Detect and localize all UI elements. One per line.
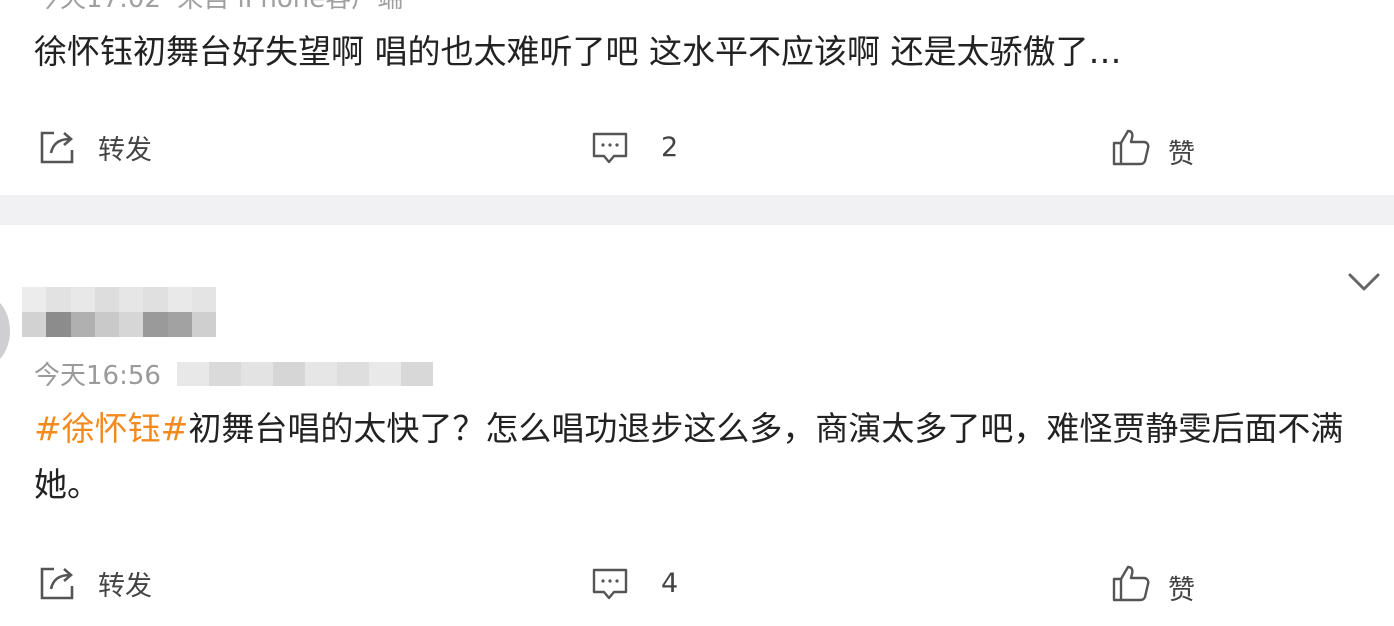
post-source: 来自 iPhone客户端 <box>177 0 403 14</box>
post-action-bar: 转发 4 赞 <box>0 553 1394 613</box>
comment-count: 2 <box>661 131 679 163</box>
like-button[interactable]: 赞 <box>1110 553 1195 613</box>
like-button[interactable]: 赞 <box>1110 117 1195 177</box>
like-label: 赞 <box>1168 574 1195 606</box>
post-meta: 今天16:56 <box>34 355 433 392</box>
repost-label: 转发 <box>98 570 152 602</box>
post-separator <box>0 195 1394 225</box>
post-source-redacted <box>176 361 433 386</box>
post-time: 今天17:02 <box>34 0 161 14</box>
comment-button[interactable]: 2 <box>589 117 678 177</box>
post-card: 今天16:56 #徐怀钰#初舞台唱的太快了？怎么唱功退步这么多，商演太多了吧，难… <box>0 225 1394 626</box>
post-text: 初舞台唱的太快了？怎么唱功退步这么多，商演太多了吧，难怪贾静雯后面不满她。 <box>34 409 1344 504</box>
post-card: 今天17:02 来自 iPhone客户端 徐怀钰初舞台好失望啊 唱的也太难听了吧… <box>0 0 1394 195</box>
comment-count: 4 <box>661 567 679 599</box>
avatar[interactable] <box>0 295 10 367</box>
hashtag-link[interactable]: #徐怀钰# <box>34 409 188 448</box>
comment-icon <box>589 562 631 604</box>
comment-button[interactable]: 4 <box>589 553 678 613</box>
comment-icon <box>589 126 631 168</box>
share-icon <box>36 126 78 168</box>
post-time: 今天16:56 <box>34 361 161 391</box>
thumbs-up-icon <box>1110 126 1152 168</box>
chevron-down-icon[interactable] <box>1344 267 1384 297</box>
post-action-bar: 转发 2 赞 <box>0 117 1394 177</box>
repost-label: 转发 <box>98 134 152 166</box>
share-icon <box>36 562 78 604</box>
post-meta: 今天17:02 来自 iPhone客户端 <box>34 0 403 15</box>
post-content: #徐怀钰#初舞台唱的太快了？怎么唱功退步这么多，商演太多了吧，难怪贾静雯后面不满… <box>34 401 1366 513</box>
repost-button[interactable]: 转发 <box>36 117 152 177</box>
thumbs-up-icon <box>1110 562 1152 604</box>
username-redacted[interactable] <box>22 287 216 337</box>
like-label: 赞 <box>1168 138 1195 170</box>
repost-button[interactable]: 转发 <box>36 553 152 613</box>
post-content: 徐怀钰初舞台好失望啊 唱的也太难听了吧 这水平不应该啊 还是太骄傲了… <box>34 32 1122 71</box>
